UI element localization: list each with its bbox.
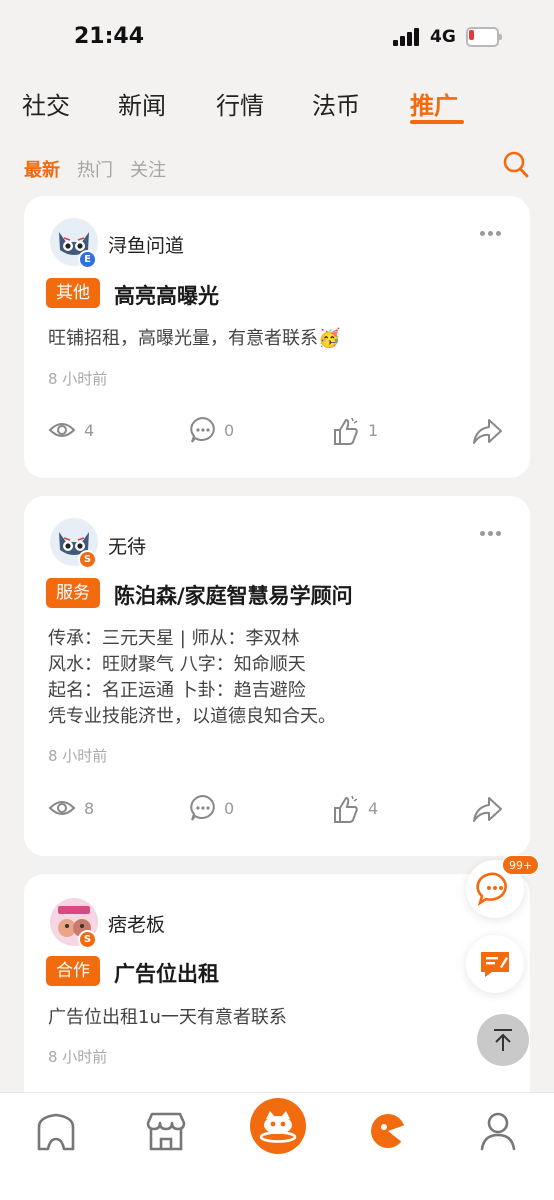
comment-button[interactable]: 0 xyxy=(188,415,268,447)
post-card[interactable]: E 浔鱼问道 其他 高亮高曝光 旺铺招租，高曝光量，有意者联系🥳 8 小时前 4… xyxy=(24,196,530,478)
post-title[interactable]: 高亮高曝光 xyxy=(114,280,219,310)
more-icon[interactable] xyxy=(480,230,502,238)
chat-unread-badge: 99+ xyxy=(502,855,540,875)
like-button[interactable]: 4 xyxy=(330,793,410,825)
subtab-latest[interactable]: 最新 xyxy=(24,156,60,182)
post-time: 8 小时前 xyxy=(48,747,108,765)
post-tag: 服务 xyxy=(46,578,100,608)
post-body[interactable]: 传承：三元天星 | 师从：李双林 风水：旺财聚气 八字：知命顺天 起名：名正运通… xyxy=(48,626,336,730)
more-icon[interactable] xyxy=(480,530,502,538)
likes-count: 1 xyxy=(368,421,379,440)
tab-fiat[interactable]: 法币 xyxy=(312,86,360,121)
tab-news[interactable]: 新闻 xyxy=(118,86,166,121)
market-icon[interactable] xyxy=(138,1103,194,1159)
subtab-hot[interactable]: 热门 xyxy=(77,156,113,182)
post-tag: 合作 xyxy=(46,956,100,986)
network-label: 4G xyxy=(430,27,456,47)
home-icon[interactable] xyxy=(28,1103,84,1159)
comment-icon xyxy=(190,416,215,443)
bottom-nav xyxy=(0,1092,554,1200)
sub-tabs: 最新 热门 关注 xyxy=(0,150,554,186)
post-title[interactable]: 广告位出租 xyxy=(114,958,219,988)
profile-icon[interactable] xyxy=(470,1103,526,1159)
battery-icon xyxy=(466,27,502,47)
like-icon xyxy=(334,417,358,445)
edit-icon xyxy=(481,952,509,977)
status-bar: 21:44 4G xyxy=(0,0,554,72)
share-icon[interactable] xyxy=(470,793,504,825)
post-card[interactable]: S 无待 服务 陈泊森/家庭智慧易学顾问 传承：三元天星 | 师从：李双林 风水… xyxy=(24,496,530,856)
views-stat: 4 xyxy=(48,415,128,447)
search-icon[interactable] xyxy=(502,150,530,180)
post-title[interactable]: 陈泊森/家庭智慧易学顾问 xyxy=(114,580,353,610)
tab-social[interactable]: 社交 xyxy=(22,86,70,121)
comment-icon xyxy=(190,794,215,821)
user-level-badge: S xyxy=(78,930,97,949)
tab-market[interactable]: 行情 xyxy=(216,86,264,121)
views-count: 4 xyxy=(84,421,95,440)
user-name[interactable]: 无待 xyxy=(108,532,146,559)
comment-button[interactable]: 0 xyxy=(188,793,268,825)
active-tab-indicator xyxy=(410,120,464,124)
like-icon xyxy=(334,795,358,823)
likes-count: 4 xyxy=(368,799,379,818)
status-time: 21:44 xyxy=(74,24,145,49)
page: 21:44 4G 社交 新闻 行情 法币 推广 最新 热门 关注 E 浔鱼问道 … xyxy=(0,0,554,1200)
user-name[interactable]: 痞老板 xyxy=(108,910,165,937)
signal-icon xyxy=(393,28,423,46)
eye-icon xyxy=(48,801,76,815)
subtab-following[interactable]: 关注 xyxy=(130,156,166,182)
eye-icon xyxy=(48,423,76,437)
tab-promotion[interactable]: 推广 xyxy=(410,86,458,121)
user-level-badge: E xyxy=(78,250,97,269)
user-level-badge: S xyxy=(78,550,97,569)
post-tag: 其他 xyxy=(46,278,100,308)
post-body[interactable]: 广告位出租1u一天有意者联系 xyxy=(48,1005,287,1031)
like-button[interactable]: 1 xyxy=(330,415,410,447)
back-to-top-icon[interactable] xyxy=(477,1014,529,1066)
pie-icon[interactable] xyxy=(360,1103,416,1159)
views-stat: 8 xyxy=(48,793,128,825)
comments-count: 0 xyxy=(224,799,235,818)
post-body[interactable]: 旺铺招租，高曝光量，有意者联系🥳 xyxy=(48,326,340,352)
post-time: 8 小时前 xyxy=(48,1048,108,1066)
views-count: 8 xyxy=(84,799,95,818)
share-icon[interactable] xyxy=(470,415,504,447)
comments-count: 0 xyxy=(224,421,235,440)
main-tabs: 社交 新闻 行情 法币 推广 xyxy=(0,80,554,130)
mascot-icon[interactable] xyxy=(249,1097,307,1155)
new-post-button[interactable] xyxy=(466,935,524,993)
post-time: 8 小时前 xyxy=(48,370,108,388)
user-name[interactable]: 浔鱼问道 xyxy=(108,231,184,258)
